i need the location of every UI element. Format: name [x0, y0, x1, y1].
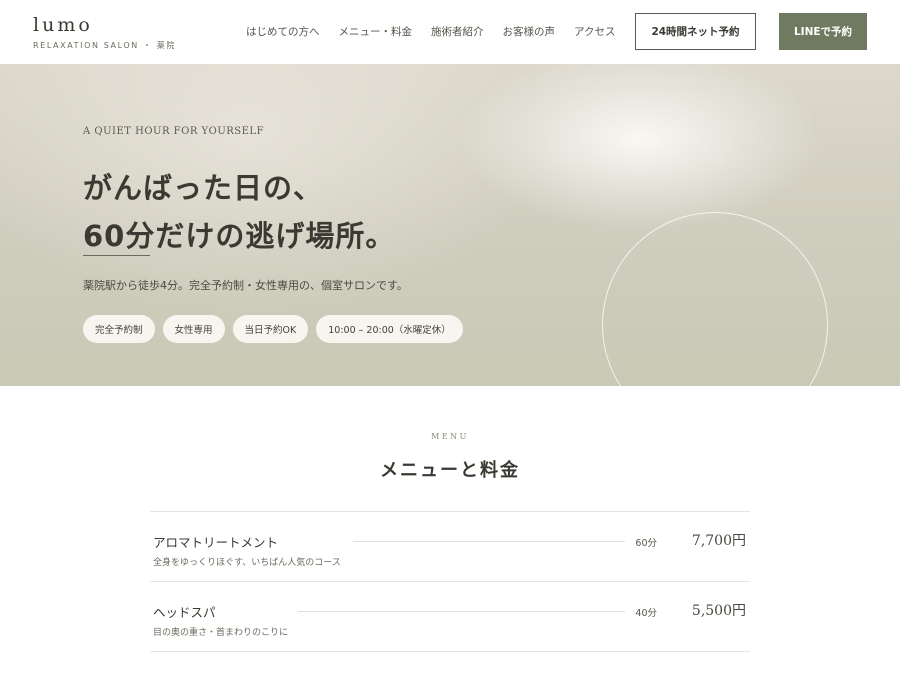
web-booking-button[interactable]: 24時間ネット予約	[635, 13, 756, 50]
menu-title: メニューと料金	[380, 460, 520, 481]
tag-hours: 10:00 – 20:00（水曜定休）	[316, 315, 463, 343]
menu-item-description: 全身をゆっくりほぐす、いちばん人気のコース	[153, 558, 341, 568]
tag-same-day: 当日予約OK	[232, 315, 309, 343]
nav-staff[interactable]: 施術者紹介	[431, 24, 484, 39]
headline-underline	[83, 255, 150, 256]
menu-list: アロマトリートメント 全身をゆっくりほぐす、いちばん人気のコース 60分 7,7…	[150, 511, 750, 652]
logo-name: lumo	[33, 14, 93, 36]
menu-item: ヘッドスパ 目の奥の重さ・首まわりのこりに 40分 5,500円	[150, 582, 750, 652]
logo[interactable]: lumo RELAXATION SALON ・ 薬院	[33, 14, 176, 51]
logo-subtitle: RELAXATION SALON ・ 薬院	[33, 41, 176, 50]
tag-reservation-only: 完全予約制	[83, 315, 155, 343]
decorative-circle	[602, 212, 828, 386]
menu-item: アロマトリートメント 全身をゆっくりほぐす、いちばん人気のコース 60分 7,7…	[150, 512, 750, 582]
menu-item-leader-line	[298, 611, 625, 612]
menu-item-name: ヘッドスパ	[153, 605, 216, 620]
nav-reviews[interactable]: お客様の声	[503, 24, 556, 39]
site-header: lumo RELAXATION SALON ・ 薬院 はじめての方へ メニュー・…	[0, 0, 900, 64]
tag-women-only: 女性専用	[162, 315, 225, 343]
hero-description: 薬院駅から徒歩4分。完全予約制・女性専用の、個室サロンです。	[83, 279, 408, 292]
menu-item-price: 5,500円	[691, 603, 746, 619]
nav-menu-price[interactable]: メニュー・料金	[339, 24, 413, 39]
menu-item-description: 目の奥の重さ・首まわりのこりに	[153, 628, 289, 638]
main-nav: はじめての方へ メニュー・料金 施術者紹介 お客様の声 アクセス	[246, 24, 615, 39]
line-booking-button[interactable]: LINEで予約	[779, 13, 867, 50]
hero-eyebrow: A QUIET HOUR FOR YOURSELF	[83, 126, 265, 137]
nav-access[interactable]: アクセス	[574, 24, 615, 39]
menu-eyebrow: MENU	[431, 432, 469, 441]
hero-section: A QUIET HOUR FOR YOURSELF がんばった日の、 60分だけ…	[0, 64, 900, 386]
menu-item-name: アロマトリートメント	[153, 535, 279, 550]
menu-item-price: 7,700円	[691, 533, 746, 549]
hero-tags: 完全予約制 女性専用 当日予約OK 10:00 – 20:00（水曜定休）	[83, 315, 463, 343]
nav-first-time[interactable]: はじめての方へ	[246, 24, 320, 39]
menu-item-duration: 40分	[635, 608, 657, 619]
menu-item-leader-line	[353, 541, 625, 542]
menu-item-duration: 60分	[635, 538, 657, 549]
headline-line-1: がんばった日の、	[83, 171, 324, 205]
headline-line-2: 60分だけの逃げ場所。	[83, 219, 396, 253]
hero-headline: がんばった日の、 60分だけの逃げ場所。	[83, 164, 395, 260]
